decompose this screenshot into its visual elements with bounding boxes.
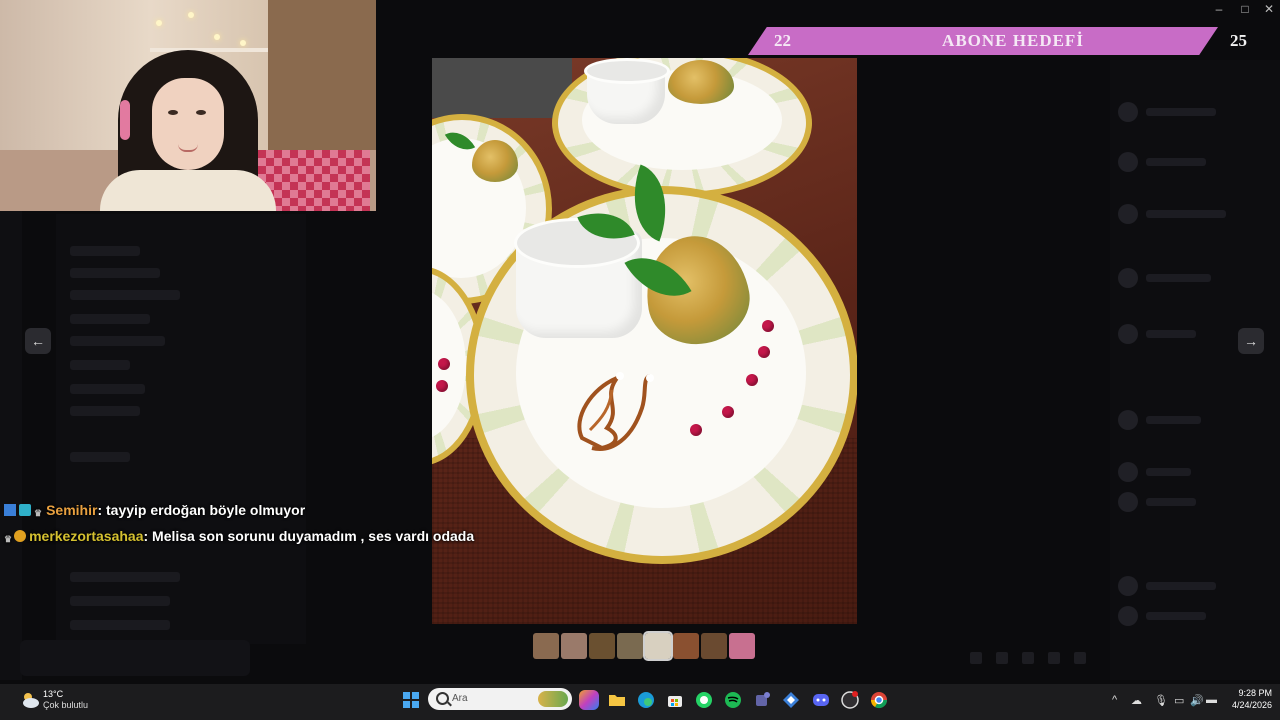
thumbnail-strip xyxy=(533,631,755,661)
thumbnail[interactable] xyxy=(701,633,727,659)
member-item[interactable] xyxy=(1118,410,1258,432)
battery-icon[interactable]: ▬ xyxy=(1206,694,1217,706)
cloud-sync-icon[interactable]: ☁ xyxy=(1131,694,1142,707)
thumbnail[interactable] xyxy=(561,633,587,659)
teams-icon[interactable] xyxy=(752,690,772,710)
edge-icon[interactable] xyxy=(636,690,656,710)
chat-message: ♛ Semihir: tayyip erdoğan böyle olmuyor xyxy=(4,502,305,522)
food-photo xyxy=(432,58,857,624)
server-sidebar xyxy=(0,210,22,680)
user-panel[interactable] xyxy=(20,640,250,676)
member-item[interactable] xyxy=(1118,152,1258,174)
thumbnail[interactable] xyxy=(729,633,755,659)
chat-username: merkezortasahaa xyxy=(29,528,144,544)
goal-target: 25 xyxy=(1230,31,1247,50)
arrow-right-icon[interactable]: → xyxy=(1238,328,1264,354)
weather-desc: Çok bulutlu xyxy=(43,700,89,710)
thumbnail[interactable] xyxy=(673,633,699,659)
channel-item[interactable] xyxy=(70,620,170,630)
spotify-icon[interactable] xyxy=(723,690,743,710)
member-item[interactable] xyxy=(1118,268,1258,290)
channel-item[interactable] xyxy=(70,406,140,416)
app-icon[interactable] xyxy=(781,690,801,710)
crown-icon: ♛ xyxy=(4,534,13,544)
channel-item[interactable] xyxy=(70,290,180,300)
close-icon[interactable]: ✕ xyxy=(1256,2,1280,18)
network-icon[interactable]: ▭ xyxy=(1174,694,1184,707)
member-item[interactable] xyxy=(1118,492,1258,514)
chat-message: ♛ merkezortasahaa: Melisa son sorunu duya… xyxy=(4,528,474,548)
channel-item[interactable] xyxy=(70,268,160,278)
chat-text: : tayyip erdoğan böyle olmuyor xyxy=(97,502,306,518)
thumbnail[interactable] xyxy=(617,633,643,659)
caramel-decoration xyxy=(577,372,654,451)
member-item[interactable] xyxy=(1118,576,1258,598)
taskbar-search[interactable]: Ara xyxy=(428,688,572,710)
thumbnail-selected[interactable] xyxy=(643,631,673,661)
crown-icon: ♛ xyxy=(34,508,43,518)
maximize-icon[interactable]: □ xyxy=(1232,2,1258,18)
window-title xyxy=(600,4,720,16)
channel-item[interactable] xyxy=(70,314,150,324)
channel-item[interactable] xyxy=(70,384,145,394)
channel-item[interactable] xyxy=(70,360,130,370)
goal-title: ABONE HEDEFİ xyxy=(942,31,1084,50)
webcam-feed xyxy=(0,0,376,211)
whatsapp-icon[interactable] xyxy=(694,690,714,710)
chevron-up-icon[interactable]: ^ xyxy=(1112,694,1117,706)
subscriber-goal-banner: 22 ABONE HEDEFİ xyxy=(748,27,1218,55)
channel-item[interactable] xyxy=(70,336,165,346)
chat-text: : Melisa son sorunu duyamadım , ses vard… xyxy=(143,528,475,544)
channel-item[interactable] xyxy=(70,452,130,462)
thumbnail[interactable] xyxy=(589,633,615,659)
obs-icon[interactable] xyxy=(840,690,860,710)
arrow-left-icon[interactable]: ← xyxy=(25,328,51,354)
member-item[interactable] xyxy=(1118,204,1258,226)
thumbnail[interactable] xyxy=(533,633,559,659)
member-item[interactable] xyxy=(1118,462,1258,484)
search-icon xyxy=(436,692,449,705)
search-highlight-icon xyxy=(538,691,568,707)
channel-item[interactable] xyxy=(70,596,170,606)
badge-icon xyxy=(4,504,16,516)
store-icon[interactable] xyxy=(665,690,685,710)
volume-icon[interactable]: 🔊 xyxy=(1190,694,1204,707)
clock-time[interactable]: 9:28 PM xyxy=(1232,688,1272,698)
chat-username: Semihir xyxy=(46,502,98,518)
microphone-icon[interactable]: 🎙 xyxy=(1154,694,1168,707)
badge-icon xyxy=(19,504,31,516)
discord-icon[interactable] xyxy=(811,690,831,710)
clock-date[interactable]: 4/24/2026 xyxy=(1224,700,1272,710)
windows-start-icon[interactable] xyxy=(401,690,421,710)
member-item[interactable] xyxy=(1118,606,1258,628)
cloud-icon xyxy=(23,693,39,708)
chrome-icon[interactable] xyxy=(869,690,889,710)
member-item[interactable] xyxy=(1118,324,1258,346)
message-tools xyxy=(960,648,1090,668)
channel-item[interactable] xyxy=(70,572,180,582)
copilot-icon[interactable] xyxy=(579,690,599,710)
file-explorer-icon[interactable] xyxy=(607,690,627,710)
minimize-icon[interactable]: – xyxy=(1206,2,1232,18)
weather-temp: 13°C xyxy=(43,689,64,699)
search-placeholder: Ara xyxy=(452,693,468,704)
badge-icon xyxy=(14,530,27,542)
goal-current: 22 xyxy=(774,31,791,50)
channel-item[interactable] xyxy=(70,246,140,256)
member-item[interactable] xyxy=(1118,102,1258,124)
